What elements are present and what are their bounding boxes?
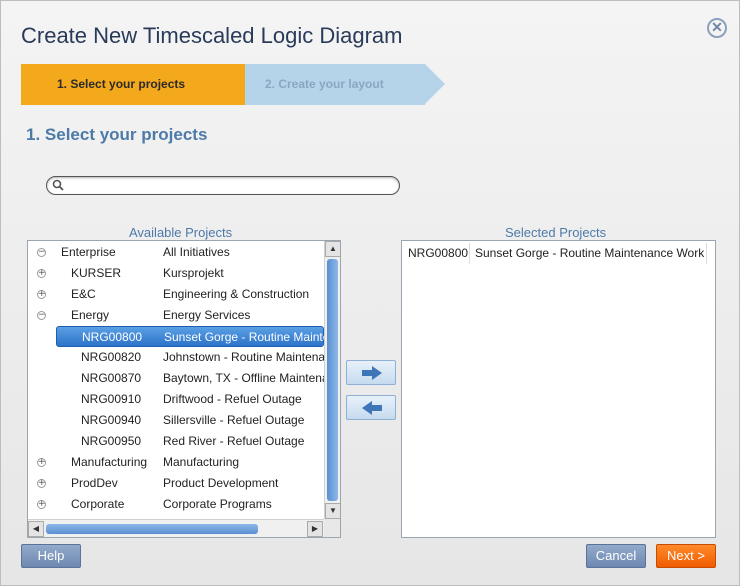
expand-icon[interactable]: + (37, 479, 46, 488)
add-project-button[interactable] (346, 360, 396, 385)
next-button[interactable]: Next > (656, 544, 716, 568)
available-projects-label: Available Projects (129, 225, 233, 240)
collapse-icon[interactable]: − (37, 248, 46, 257)
selected-row-code: NRG00800 (408, 243, 470, 264)
tree-row[interactable]: + ProdDev Product Development (28, 473, 324, 494)
scroll-left-icon[interactable]: ◀ (28, 521, 44, 537)
tree-row-name: Engineering & Construction (163, 287, 310, 301)
selected-projects-list[interactable]: NRG00800 Sunset Gorge - Routine Maintena… (401, 240, 716, 538)
arrow-right-icon (362, 366, 382, 380)
tree-row[interactable]: + E&C Engineering & Construction (28, 284, 324, 305)
tree-row[interactable]: + Corporate Corporate Programs (28, 494, 324, 515)
hscroll-thumb[interactable] (46, 524, 258, 534)
tree-row[interactable]: + Manufacturing Manufacturing (28, 452, 324, 473)
horizontal-scrollbar[interactable]: ◀ ▶ (28, 519, 324, 537)
selected-projects-label: Selected Projects (505, 225, 607, 240)
wizard-steps: 1. Select your projects 2. Create your l… (21, 64, 445, 105)
tree-row-name: All Initiatives (163, 245, 230, 259)
remove-project-button[interactable] (346, 395, 396, 420)
tree-row-name: Kursprojekt (163, 266, 224, 280)
tree-row[interactable]: NRG00910 Driftwood - Refuel Outage (28, 389, 324, 410)
scroll-up-icon[interactable]: ▲ (325, 241, 340, 257)
wizard-step-select-projects[interactable]: 1. Select your projects (21, 64, 265, 105)
tree-row-name: Product Development (163, 476, 279, 490)
tree-row[interactable]: + KURSER Kursprojekt (28, 263, 324, 284)
help-button[interactable]: Help (21, 544, 81, 568)
tree-row[interactable]: NRG00950 Red River - Refuel Outage (28, 431, 324, 452)
wizard-step-create-layout[interactable]: 2. Create your layout (245, 64, 445, 105)
search-icon (52, 179, 64, 191)
arrow-left-icon (362, 401, 382, 415)
expand-icon[interactable]: + (37, 290, 46, 299)
tree-row[interactable]: NRG00820 Johnstown - Routine Maintenance (28, 347, 324, 368)
tree-row-code: KURSER (71, 266, 122, 280)
search-input[interactable] (67, 178, 387, 193)
tree-row-name: Sillersville - Refuel Outage (163, 413, 305, 427)
scroll-corner (324, 519, 340, 537)
expand-icon[interactable]: + (37, 269, 46, 278)
scroll-right-icon[interactable]: ▶ (307, 521, 323, 537)
tree-row[interactable]: NRG00940 Sillersville - Refuel Outage (28, 410, 324, 431)
tree-row-name: Red River - Refuel Outage (163, 434, 305, 448)
tree-row[interactable]: NRG00870 Baytown, TX - Offline Maintenanc… (28, 368, 324, 389)
tree-row-code: Manufacturing (71, 455, 148, 469)
dialog-title: Create New Timescaled Logic Diagram (21, 23, 403, 48)
scroll-thumb[interactable] (327, 259, 338, 501)
tree-row-code: Corporate (71, 497, 125, 511)
selected-row-name: Sunset Gorge - Routine Maintenance Work (475, 243, 707, 264)
tree-row-name: Driftwood - Refuel Outage (163, 392, 302, 406)
tree-row[interactable]: − Energy Energy Services (28, 305, 324, 326)
vertical-scrollbar[interactable]: ▲ ▼ (324, 241, 340, 519)
available-projects-tree[interactable]: − Enterprise All Initiatives + KURSER Kurspro… (27, 240, 341, 538)
dialog: Create New Timescaled Logic Diagram ✕ 1.… (0, 0, 740, 586)
tree-row-code: E&C (71, 287, 96, 301)
close-icon[interactable]: ✕ (707, 18, 727, 38)
tree-row-code: NRG00940 (81, 413, 142, 427)
tree-row[interactable]: NRG00800 Sunset Gorge - Routine Maintenan… (56, 326, 325, 347)
tree-row-code: NRG00820 (81, 350, 142, 364)
tree-row-code: Energy (71, 308, 110, 322)
tree-row-name: Johnstown - Routine Maintenance (163, 350, 324, 364)
tree-row-code: NRG00910 (81, 392, 142, 406)
tree-row[interactable]: − Enterprise All Initiatives (28, 242, 324, 263)
tree-row-code: NRG00800 (82, 330, 143, 344)
tree-row-name: Manufacturing (163, 455, 240, 469)
tree-row-code: Enterprise (61, 245, 116, 259)
scroll-down-icon[interactable]: ▼ (325, 503, 340, 519)
search-box (46, 176, 400, 195)
cancel-button[interactable]: Cancel (586, 544, 646, 568)
tree-row-name: Corporate Programs (163, 497, 272, 511)
tree-row-name: Baytown, TX - Offline Maintenance (163, 371, 324, 385)
expand-icon[interactable]: + (37, 458, 46, 467)
tree-row-name: Sunset Gorge - Routine Maintenance Work (164, 330, 325, 344)
collapse-icon[interactable]: − (37, 311, 46, 320)
expand-icon[interactable]: + (37, 500, 46, 509)
tree-row-code: ProdDev (71, 476, 118, 490)
tree-row-name: Energy Services (163, 308, 251, 322)
tree-row-code: NRG00870 (81, 371, 142, 385)
tree-row-code: NRG00950 (81, 434, 142, 448)
section-title: 1. Select your projects (26, 125, 208, 144)
